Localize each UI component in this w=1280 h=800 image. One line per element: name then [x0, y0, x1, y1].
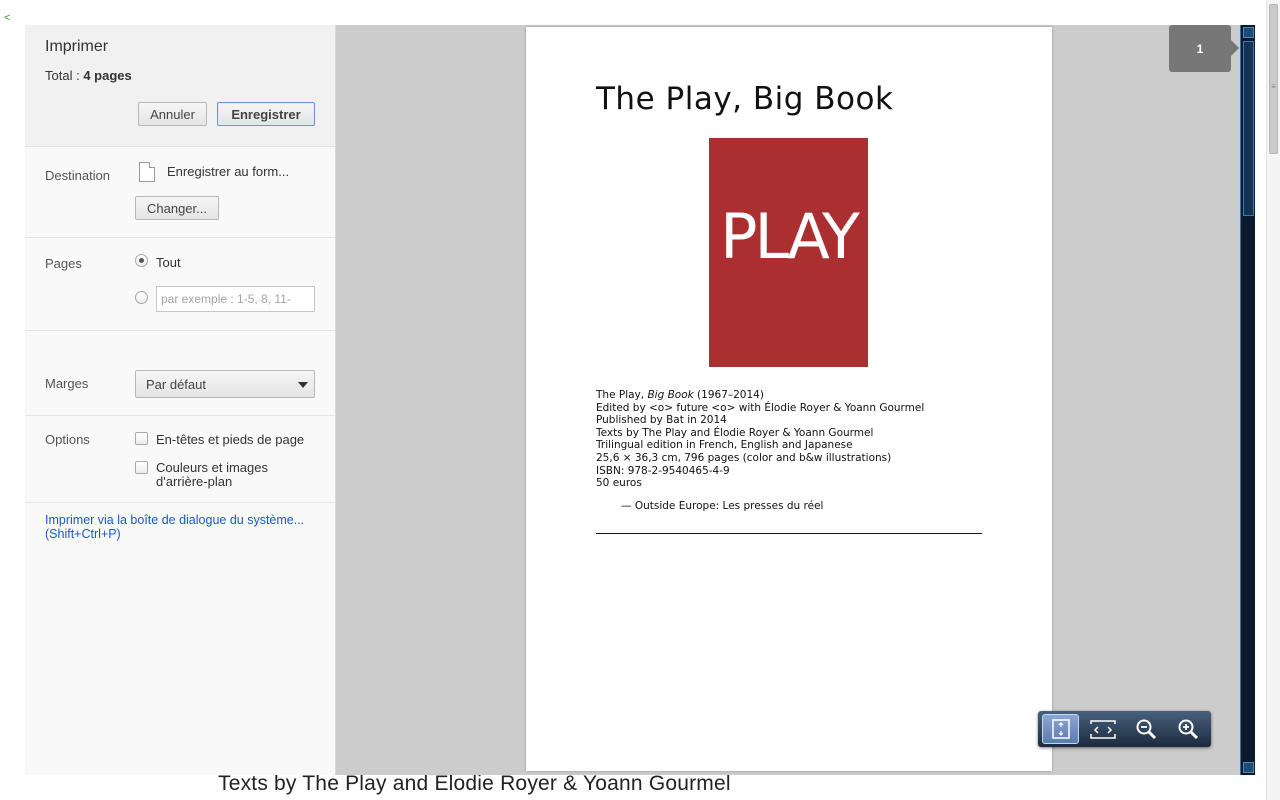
- background-graphics-label-line1: Couleurs et images: [156, 460, 268, 475]
- zoom-in-button[interactable]: [1169, 714, 1206, 744]
- pages-range-radio[interactable]: [135, 291, 148, 304]
- preview-scrollbar[interactable]: [1240, 25, 1255, 775]
- detail-line-8: 50 euros: [596, 477, 642, 490]
- dialog-title: Imprimer: [45, 38, 109, 55]
- detail-line-5: Trilingual edition in French, English an…: [596, 439, 853, 452]
- destination-section: Destination Enregistrer au form... Chang…: [25, 147, 335, 238]
- system-dialog-link-text: Imprimer via la boîte de dialogue du sys…: [45, 513, 305, 527]
- fit-page-icon: [1051, 719, 1070, 739]
- destination-value: Enregistrer au form...: [167, 164, 290, 179]
- fit-width-icon: [1089, 720, 1116, 739]
- total-label: Total :: [45, 68, 80, 83]
- margins-label: Marges: [45, 376, 89, 391]
- screen: < Texts by The Play and Élodie Royer & Y…: [0, 0, 1280, 800]
- preview-scrollbar-thumb[interactable]: [1243, 41, 1254, 216]
- fit-width-button[interactable]: [1084, 714, 1121, 744]
- destination-label: Destination: [45, 168, 111, 183]
- scroll-down-icon[interactable]: [1243, 762, 1254, 773]
- detail-line-7: ISBN: 978-2-9540465-4-9: [596, 464, 730, 477]
- page-total: Total : 4 pages: [45, 68, 132, 83]
- background-graphics-label: Couleurs et images d'arrière-plan: [156, 461, 268, 489]
- zoom-toolbar: [1038, 711, 1211, 747]
- print-sidebar: Imprimer Total : 4 pages Annuler Enregis…: [25, 25, 336, 775]
- back-arrow-icon[interactable]: <: [4, 12, 10, 24]
- detail-line-2: Edited by <o> future <o> with Élodie Roy…: [596, 401, 925, 414]
- detail-line-1-italic: Big Book: [647, 389, 694, 401]
- detail-line-1: The Play, Big Book (1967–2014): [596, 389, 924, 402]
- page-scrollbar[interactable]: ≡: [1266, 0, 1280, 800]
- pages-range-input[interactable]: [156, 286, 315, 312]
- zoom-out-button[interactable]: [1127, 714, 1164, 744]
- book-cover: PLAY: [709, 138, 868, 367]
- margins-select[interactable]: Par défaut: [135, 370, 315, 398]
- margins-section: Marges Par défaut: [25, 331, 335, 416]
- pages-section: Pages Tout: [25, 238, 335, 331]
- cancel-button[interactable]: Annuler: [138, 102, 207, 126]
- background-graphics-checkbox[interactable]: [135, 461, 148, 474]
- headers-footers-label: En-têtes et pieds de page: [156, 432, 305, 447]
- scroll-up-icon[interactable]: [1243, 27, 1254, 38]
- zoom-in-icon: [1178, 719, 1198, 740]
- preview-page: The Play, Big Book PLAY The Play, Big Bo…: [526, 27, 1052, 771]
- detail-line-1-suffix: (1967–2014): [693, 389, 764, 401]
- file-icon: [139, 162, 155, 182]
- change-destination-button[interactable]: Changer...: [135, 196, 219, 220]
- detail-line-3: Published by Bat in 2014: [596, 414, 727, 427]
- fit-page-button[interactable]: [1042, 714, 1079, 744]
- pages-all-label: Tout: [156, 255, 181, 270]
- book-details: The Play, Big Book (1967–2014) Edited by…: [596, 389, 924, 490]
- chevron-down-icon: [298, 382, 308, 388]
- outside-europe-note: — Outside Europe: Les presses du réel: [621, 500, 824, 512]
- system-dialog-shortcut: (Shift+Ctrl+P): [45, 527, 121, 541]
- detail-line-6: 25,6 × 36,3 cm, 796 pages (color and b&w…: [596, 451, 892, 464]
- zoom-out-icon: [1136, 719, 1156, 740]
- headers-footers-checkbox[interactable]: [135, 432, 148, 445]
- sidebar-header: Imprimer Total : 4 pages Annuler Enregis…: [25, 25, 335, 147]
- system-dialog-link[interactable]: Imprimer via la boîte de dialogue du sys…: [45, 513, 304, 541]
- detail-line-1-prefix: The Play,: [596, 389, 648, 401]
- options-section: Options En-têtes et pieds de page Couleu…: [25, 416, 335, 503]
- print-dialog: Imprimer Total : 4 pages Annuler Enregis…: [25, 25, 1255, 775]
- margins-value: Par défaut: [146, 377, 206, 392]
- preview-title: The Play, Big Book: [596, 81, 894, 117]
- options-label: Options: [45, 432, 90, 447]
- page-number-badge: 1: [1169, 25, 1239, 72]
- underlying-page-text: Texts by The Play and Élodie Royer & Yoa…: [218, 772, 731, 795]
- detail-line-4: Texts by The Play and Élodie Royer & Yoa…: [596, 426, 874, 439]
- page-scrollbar-thumb[interactable]: [1269, 4, 1278, 154]
- divider: [596, 533, 982, 534]
- pages-label: Pages: [45, 256, 82, 271]
- save-button[interactable]: Enregistrer: [217, 102, 315, 126]
- background-graphics-label-line2: d'arrière-plan: [156, 474, 233, 489]
- pages-all-radio[interactable]: [135, 254, 148, 267]
- book-cover-text: PLAY: [720, 200, 860, 273]
- grip-icon: ≡: [1271, 82, 1276, 91]
- total-value: 4 pages: [83, 68, 132, 83]
